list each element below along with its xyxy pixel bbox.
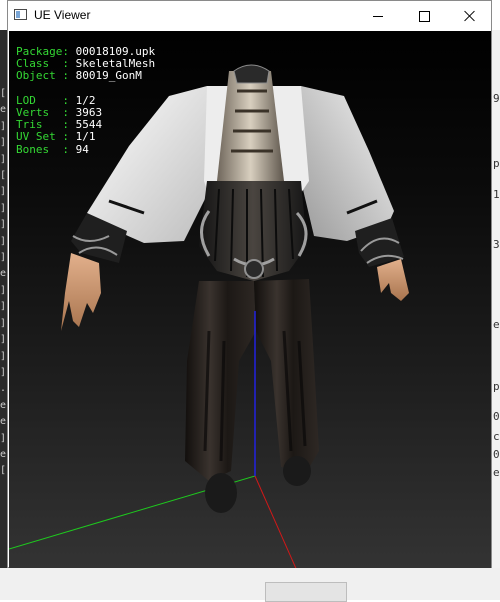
background-right-char: 3 bbox=[493, 238, 500, 251]
info-key: Bones : bbox=[16, 142, 76, 156]
background-tab bbox=[265, 582, 347, 602]
hand-left bbox=[61, 253, 101, 331]
maximize-button[interactable] bbox=[401, 1, 447, 31]
info-value: 5544 bbox=[75, 118, 103, 132]
info-key: UV Set : bbox=[16, 130, 76, 144]
minimize-button[interactable] bbox=[355, 1, 401, 31]
info-value: 94 bbox=[75, 142, 89, 156]
info-row-bones: Bones : 94 bbox=[16, 142, 155, 156]
background-right-char: 0 bbox=[493, 448, 500, 461]
maximize-icon bbox=[418, 10, 430, 22]
belt-buckle bbox=[244, 259, 264, 279]
background-right-char: p bbox=[493, 157, 500, 170]
info-key: Tris : bbox=[16, 118, 76, 132]
background-right-char: 1 bbox=[493, 188, 500, 201]
sleeve-right bbox=[301, 86, 394, 241]
info-value: 1/2 bbox=[75, 93, 96, 107]
close-button[interactable] bbox=[447, 1, 493, 31]
3d-viewport[interactable]: Package: 00018109.upk Class : SkeletalMes… bbox=[9, 31, 491, 568]
app-window-icon bbox=[14, 9, 27, 20]
background-right-char: 0 bbox=[493, 410, 500, 423]
mesh-info-overlay: Package: 00018109.upk Class : SkeletalMes… bbox=[16, 45, 156, 156]
boot-left bbox=[205, 473, 237, 513]
info-key: Object : bbox=[16, 69, 76, 83]
close-icon bbox=[464, 10, 476, 22]
background-right-char: e bbox=[493, 466, 500, 479]
window-title: UE Viewer bbox=[34, 8, 91, 22]
info-row-object: Object : 80019_GonM bbox=[16, 70, 155, 82]
info-key: Verts : bbox=[16, 105, 76, 119]
info-key: LOD : bbox=[16, 93, 76, 107]
background-right-char: p bbox=[493, 380, 500, 393]
boot-right bbox=[283, 456, 311, 486]
background-right-char: c bbox=[493, 430, 500, 443]
ue-viewer-window: UE Viewer Package: 00018109.upk Class: … bbox=[7, 0, 492, 568]
axis-x-line bbox=[254, 475, 297, 568]
info-value: 80019_GonM bbox=[75, 69, 142, 83]
title-bar[interactable]: UE Viewer bbox=[8, 1, 491, 31]
info-key: Class : bbox=[16, 57, 76, 71]
minimize-icon bbox=[373, 15, 383, 17]
info-value: 3963 bbox=[75, 105, 103, 119]
info-value: SkeletalMesh bbox=[75, 57, 156, 71]
background-window-right: 9 p 1 3 e p 0 c 0 e bbox=[492, 30, 500, 600]
info-value: 1/1 bbox=[75, 130, 96, 144]
info-value: 00018109.upk bbox=[75, 45, 156, 58]
background-window-bottom bbox=[0, 568, 500, 602]
hand-right bbox=[377, 259, 409, 301]
background-right-char: e bbox=[493, 318, 500, 331]
info-key: Package: bbox=[16, 45, 76, 58]
background-right-char: 9 bbox=[493, 92, 500, 105]
collar-ornament bbox=[233, 64, 270, 84]
